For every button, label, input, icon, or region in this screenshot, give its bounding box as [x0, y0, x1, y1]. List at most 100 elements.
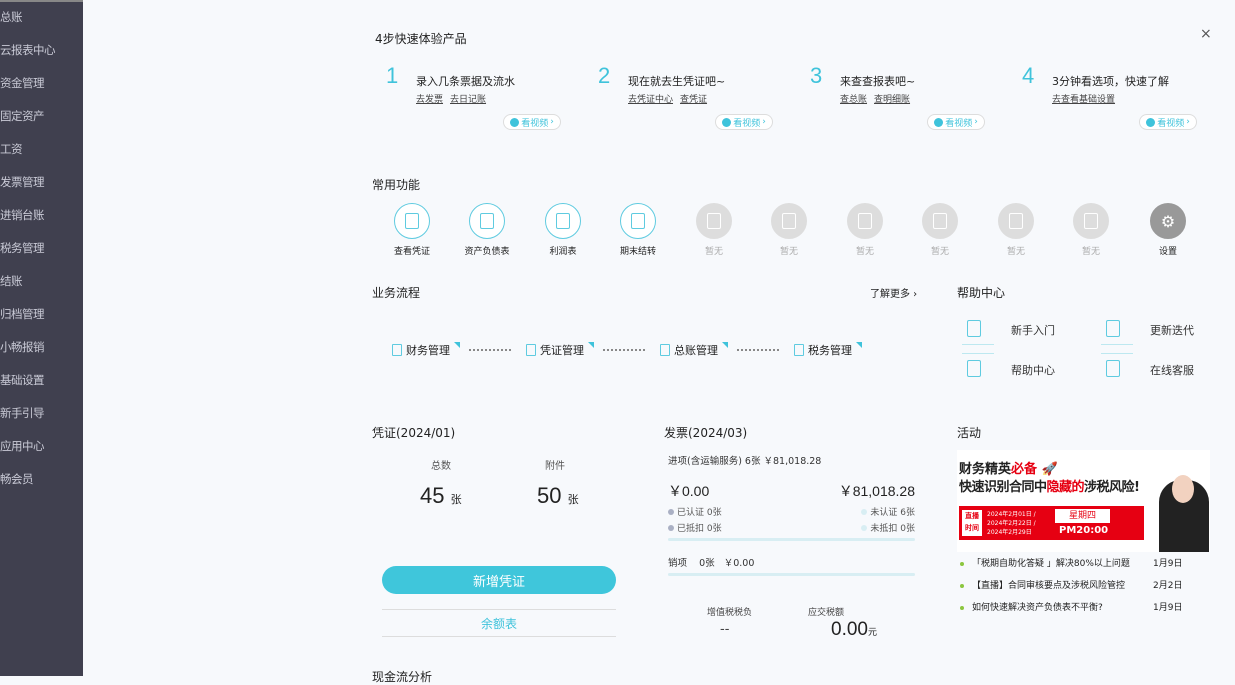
function-item[interactable]: 期末结转 [608, 203, 668, 257]
sidebar-item[interactable]: 小畅报销 [0, 339, 45, 355]
new-voucher-button[interactable]: 新增凭证 [382, 566, 616, 594]
voucher-total-label: 总数 [431, 461, 451, 472]
step-links: 查总账 查明细账 [840, 92, 917, 105]
help-item[interactable]: 新手入门 [1011, 322, 1055, 338]
report-icon [405, 213, 419, 229]
step-title: 来查查报表吧~ [840, 75, 916, 88]
help-title: 帮助中心 [957, 286, 1006, 300]
report-icon [480, 213, 494, 229]
sidebar-item[interactable]: 归档管理 [0, 306, 45, 322]
step-link[interactable]: 查总账 [840, 95, 867, 105]
activity-title: 活动 [957, 426, 982, 440]
uncertified-amount: ￥81,018.28 [838, 483, 915, 499]
function-item[interactable]: 暂无 [910, 203, 970, 257]
placeholder-icon [782, 213, 796, 229]
help-item[interactable]: 更新迭代 [1150, 322, 1194, 338]
flow-arrow-icon [603, 349, 645, 351]
flow-step[interactable]: 凭证管理 [526, 342, 594, 358]
help-icon [1106, 360, 1120, 377]
certified-count: 已认证 0张 [668, 505, 722, 518]
flow-step[interactable]: 税务管理 [794, 342, 862, 358]
play-icon [722, 117, 732, 127]
sidebar-item[interactable]: 基础设置 [0, 372, 45, 388]
step-link[interactable]: 去凭证中心 [628, 95, 673, 105]
speaker-photo [1172, 475, 1194, 503]
flow-icon [526, 344, 536, 356]
watch-video-button[interactable]: 看视频 › [503, 114, 561, 130]
step-link[interactable]: 去发票 [416, 95, 443, 105]
report-icon [631, 213, 645, 229]
sidebar-item[interactable]: 税务管理 [0, 240, 45, 256]
learn-more-link[interactable]: 了解更多 › [870, 285, 917, 300]
report-icon [556, 213, 570, 229]
function-item[interactable]: 暂无 [759, 203, 819, 257]
voucher-total: 45 张 [420, 483, 462, 508]
watch-video-button[interactable]: 看视频 › [1139, 114, 1197, 130]
function-item[interactable]: 查看凭证 [382, 203, 442, 257]
placeholder-icon [858, 213, 872, 229]
sidebar-item[interactable]: 总账 [0, 9, 23, 25]
gear-icon: ⚙ [1160, 211, 1176, 231]
close-icon[interactable]: × [1200, 26, 1212, 42]
invoice-title: 发票(2024/03) [664, 426, 748, 440]
function-item[interactable]: 利润表 [533, 203, 593, 257]
flow-arrow-icon [737, 349, 779, 351]
function-item[interactable]: 暂无 [1061, 203, 1121, 257]
sidebar-item[interactable]: 进销台账 [0, 207, 45, 223]
voucher-attach: 50 张 [537, 483, 579, 508]
watch-video-button[interactable]: 看视频 › [927, 114, 985, 130]
flow-icon [794, 344, 804, 356]
activity-banner[interactable]: 财务精英必备 🚀 快速识别合同中隐藏的涉税风险! 直播时间 2024年2月01日… [957, 450, 1210, 552]
placeholder-icon [1009, 213, 1023, 229]
functions-title: 常用功能 [372, 178, 421, 192]
step-links: 去凭证中心 查凭证 [628, 92, 714, 105]
sidebar-item[interactable]: 应用中心 [0, 438, 45, 454]
step-link[interactable]: 去查看基础设置 [1052, 95, 1115, 105]
flow-arrow-icon [469, 349, 511, 351]
function-item[interactable]: 暂无 [684, 203, 744, 257]
vat-label: 增值税税负 [707, 608, 753, 618]
flow-step[interactable]: 总账管理 [660, 342, 728, 358]
step-link[interactable]: 查凭证 [680, 95, 707, 105]
function-item[interactable]: ⚙ 设置 [1138, 203, 1198, 257]
undeducted-count: 未抵扣 0张 [861, 521, 915, 534]
step-link[interactable]: 查明细账 [874, 95, 910, 105]
news-item[interactable]: 【直播】合同审核要点及涉税风险管控 [960, 578, 1125, 591]
sidebar-item[interactable]: 固定资产 [0, 108, 45, 124]
placeholder-icon [707, 213, 721, 229]
news-item[interactable]: 如何快速解决资产负债表不平衡? [960, 600, 1103, 613]
play-icon [1146, 117, 1156, 127]
output-summary: 销项 0张 ￥0.00 [668, 558, 755, 569]
voucher-title: 凭证(2024/01) [372, 426, 456, 440]
placeholder-icon [1084, 213, 1098, 229]
certified-amount: ￥0.00 [668, 483, 710, 499]
news-item[interactable]: 「税期自助化答疑 」解决80%以上问题 [960, 556, 1130, 569]
sidebar-item[interactable]: 云报表中心 [0, 42, 56, 58]
voucher-attach-label: 附件 [545, 461, 565, 472]
step-links: 去查看基础设置 [1052, 92, 1122, 105]
sidebar-item[interactable]: 发票管理 [0, 174, 45, 190]
sidebar-item[interactable]: 工资 [0, 141, 23, 157]
sidebar-item[interactable]: 结账 [0, 273, 23, 289]
quickstart-title: 4步快速体验产品 [375, 32, 467, 46]
sidebar-item[interactable]: 资金管理 [0, 75, 45, 91]
help-item[interactable]: 在线客服 [1150, 362, 1194, 378]
flow-icon [660, 344, 670, 356]
news-date: 2月2日 [1153, 581, 1183, 591]
sidebar-item[interactable]: 新手引导 [0, 405, 45, 421]
news-date: 1月9日 [1153, 603, 1183, 613]
help-icon [967, 360, 981, 377]
play-icon [934, 117, 944, 127]
function-item[interactable]: 资产负债表 [457, 203, 517, 257]
watch-video-button[interactable]: 看视频 › [715, 114, 773, 130]
help-item[interactable]: 帮助中心 [1011, 362, 1055, 378]
sidebar-item[interactable]: 畅会员 [0, 471, 34, 487]
balance-sheet-button[interactable]: 余额表 [382, 609, 616, 637]
flow-step[interactable]: 财务管理 [392, 342, 460, 358]
step-number: 1 [386, 63, 399, 88]
function-item[interactable]: 暂无 [835, 203, 895, 257]
step-link[interactable]: 去日记账 [450, 95, 486, 105]
play-icon [510, 117, 520, 127]
function-item[interactable]: 暂无 [986, 203, 1046, 257]
step-number: 3 [810, 63, 823, 88]
